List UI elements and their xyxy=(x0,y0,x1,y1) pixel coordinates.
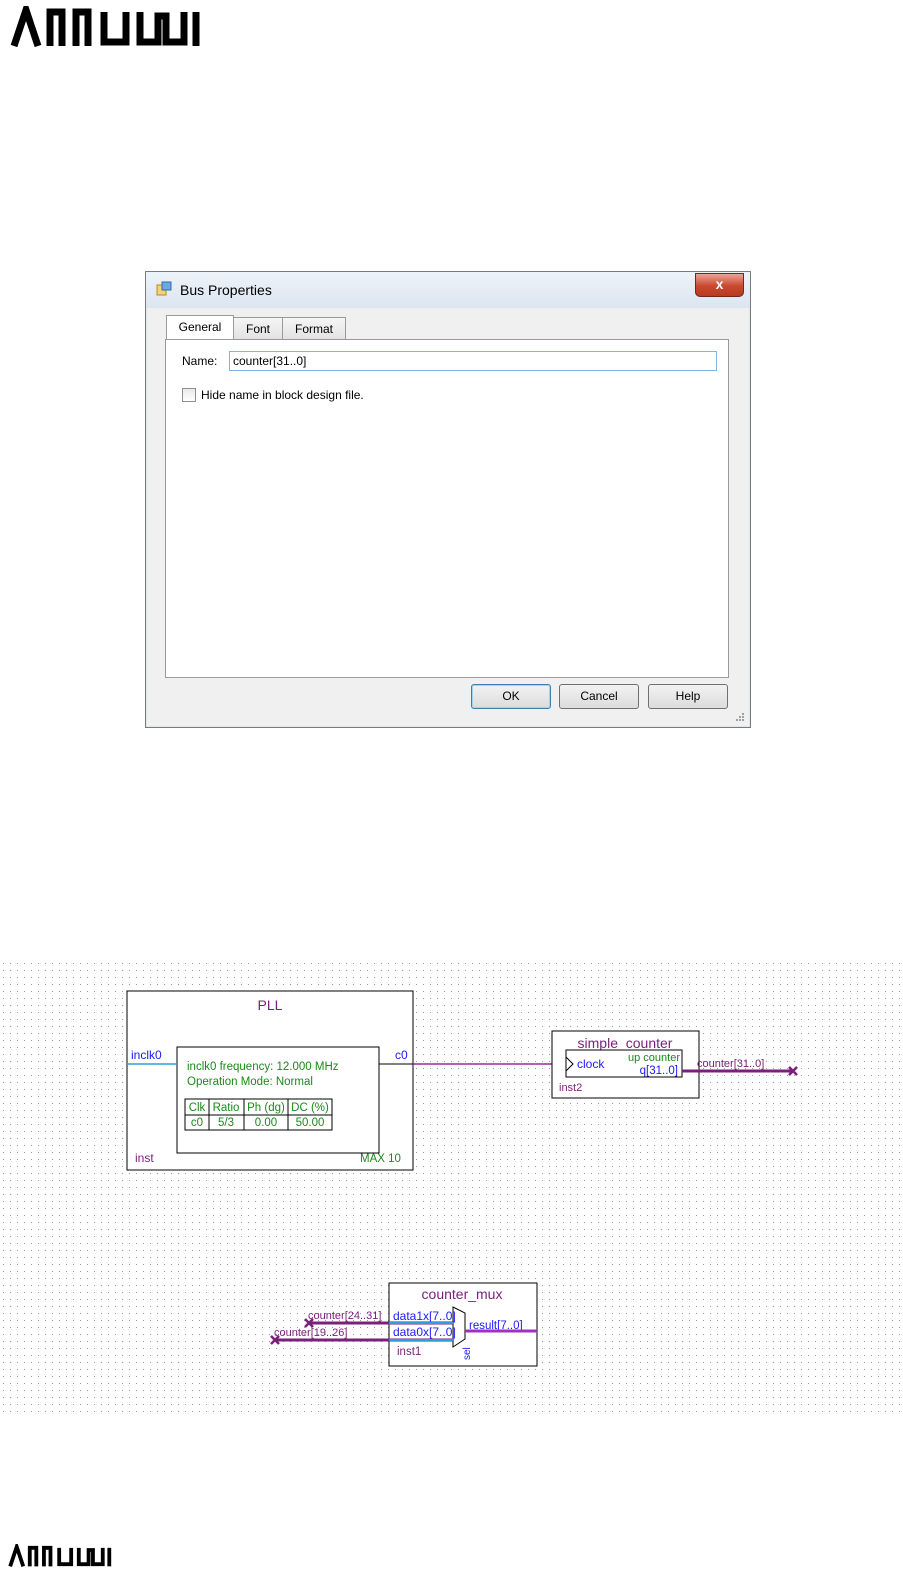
bus-properties-dialog: Bus Properties x General Font Format Nam… xyxy=(145,271,751,728)
pll-table-cell: c0 xyxy=(191,1117,203,1129)
arrow-logo-bottom xyxy=(8,1544,112,1567)
counter-instance-label: inst2 xyxy=(559,1082,582,1094)
pll-table-cell: 5/3 xyxy=(218,1117,234,1129)
mux-data0-label: data0x[7..0] xyxy=(393,1325,456,1339)
pll-output-label: c0 xyxy=(395,1048,408,1062)
counter-title: simple_counter xyxy=(578,1035,673,1051)
counter-q-label: q[31..0] xyxy=(640,1065,678,1077)
close-button[interactable]: x xyxy=(695,273,744,297)
pll-frequency: inclk0 frequency: 12.000 MHz xyxy=(187,1061,339,1073)
pll-table-header: Ratio xyxy=(213,1102,240,1114)
pll-table-cell: 0.00 xyxy=(255,1117,277,1129)
mux-data1-label: data1x[7..0] xyxy=(393,1309,456,1323)
cancel-button[interactable]: Cancel xyxy=(559,684,639,709)
ok-button[interactable]: OK xyxy=(471,684,551,709)
mux-title: counter_mux xyxy=(422,1286,503,1302)
resize-grip-icon[interactable] xyxy=(733,710,745,722)
name-label: Name: xyxy=(182,354,218,368)
pll-mode: Operation Mode: Normal xyxy=(187,1076,313,1088)
counter-type: up counter xyxy=(628,1052,680,1064)
mux-bus0-label: counter[19..26] xyxy=(274,1327,347,1339)
hide-name-checkbox[interactable] xyxy=(182,388,196,402)
pll-input-label: inclk0 xyxy=(131,1048,162,1062)
pll-table-cell: 50.00 xyxy=(296,1117,325,1129)
pll-instance-label: inst xyxy=(135,1151,154,1165)
pll-table-header: DC (%) xyxy=(291,1102,329,1114)
tab-format[interactable]: Format xyxy=(282,317,346,340)
mux-bus1-label: counter[24..31] xyxy=(308,1310,381,1322)
bus-properties-icon xyxy=(156,281,172,296)
hide-name-label: Hide name in block design file. xyxy=(201,388,364,402)
mux-sel-label: sel xyxy=(462,1347,473,1360)
counter-clock-label: clock xyxy=(577,1057,605,1071)
tab-font[interactable]: Font xyxy=(233,317,283,340)
close-icon: x xyxy=(715,276,724,292)
pll-title: PLL xyxy=(258,997,283,1013)
mux-instance-label: inst1 xyxy=(397,1346,421,1358)
arrow-logo-top xyxy=(10,6,200,48)
tab-general[interactable]: General xyxy=(166,315,234,340)
pll-table-header: Clk xyxy=(189,1102,206,1114)
name-input[interactable]: counter[31..0] xyxy=(229,351,717,371)
help-button[interactable]: Help xyxy=(648,684,728,709)
counter-bus-label: counter[31..0] xyxy=(697,1058,764,1070)
pll-table-header: Ph (dg) xyxy=(247,1102,285,1114)
dialog-title: Bus Properties xyxy=(180,282,272,298)
pll-device-label: MAX 10 xyxy=(360,1153,401,1165)
schematic-drawing: PLL inclk0 c0 inclk0 frequency: 12.000 M… xyxy=(126,990,798,1367)
